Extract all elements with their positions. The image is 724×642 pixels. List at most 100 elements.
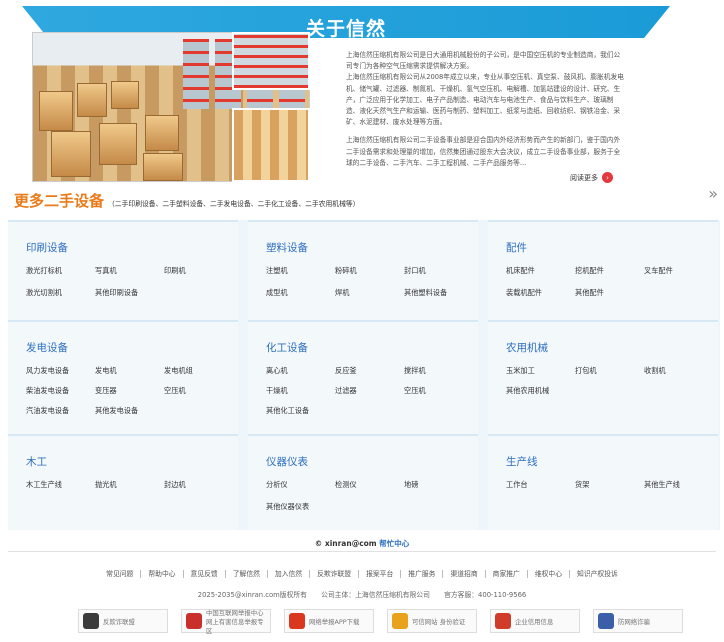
- category-item[interactable]: 反应釜: [335, 366, 404, 376]
- category-title[interactable]: 生产线: [506, 454, 538, 469]
- category-item[interactable]: 发电机组: [164, 366, 233, 376]
- footer-link[interactable]: 报案平台: [359, 570, 402, 578]
- about-paragraph: 上海信然压缩机有限公司二手设备事业部是迎合国内外经济形势而产生的新部门，鉴于国内…: [346, 136, 621, 167]
- category-title[interactable]: 仪器仪表: [266, 454, 308, 469]
- category-card: 化工设备 离心机 反应釜 搅拌机 干燥机 过滤器 空压机 其他化工设备: [248, 320, 478, 434]
- more-equipment-title: 更多二手设备: [14, 192, 105, 210]
- footer-link[interactable]: 推广服务: [401, 570, 444, 578]
- category-item[interactable]: 装载机配件: [506, 288, 575, 298]
- double-chevron-right-icon[interactable]: »: [708, 184, 718, 203]
- category-item[interactable]: 其他化工设备: [266, 406, 335, 416]
- category-item[interactable]: 其他塑料设备: [404, 288, 473, 298]
- category-item[interactable]: 成型机: [266, 288, 335, 298]
- category-item[interactable]: 离心机: [266, 366, 335, 376]
- footer-link[interactable]: 帮助中心: [141, 570, 184, 578]
- badge-trusted-site[interactable]: 可信网站 身份验证: [387, 609, 477, 633]
- badge-report-center[interactable]: 中国互联网举报中心 网上有害信息举报专区: [181, 609, 271, 635]
- category-items: 工作台 货架 其他生产线: [506, 480, 716, 490]
- footer-link[interactable]: 知识产权投诉: [570, 570, 625, 578]
- category-item[interactable]: 空压机: [164, 386, 233, 396]
- category-item[interactable]: 抛光机: [95, 480, 164, 490]
- copyright-line: © xinran@com 帮忙中心: [0, 538, 724, 549]
- category-item[interactable]: 其他仪器仪表: [266, 502, 335, 512]
- category-item[interactable]: 封边机: [164, 480, 233, 490]
- category-item[interactable]: 工作台: [506, 480, 575, 490]
- footer-link[interactable]: 商家推广: [485, 570, 528, 578]
- category-item[interactable]: 其他生产线: [644, 480, 713, 490]
- category-item[interactable]: 叉车配件: [644, 266, 713, 276]
- company-entity: 公司主体：上海信然压缩机有限公司: [321, 591, 430, 599]
- category-item[interactable]: 分析仪: [266, 480, 335, 490]
- category-items: 离心机 反应釜 搅拌机 干燥机 过滤器 空压机 其他化工设备: [266, 366, 476, 416]
- badge-label: 反欺诈联盟: [103, 617, 135, 626]
- category-item[interactable]: 干燥机: [266, 386, 335, 396]
- category-title[interactable]: 发电设备: [26, 340, 68, 355]
- category-item[interactable]: 其他印刷设备: [95, 288, 164, 298]
- category-item[interactable]: 玉米加工: [506, 366, 575, 376]
- category-card: 木工 木工生产线 抛光机 封边机: [8, 434, 238, 530]
- anti-fraud-icon: [83, 613, 99, 629]
- badge-label: 可信网站 身份验证: [412, 617, 466, 626]
- about-paragraph: 上海信然压缩机有限公司从2008年成立以来，专业从事空压机、真空泵、鼓风机、膨胀…: [346, 73, 624, 127]
- category-item[interactable]: 机床配件: [506, 266, 575, 276]
- help-center-link[interactable]: 帮忙中心: [379, 539, 409, 548]
- about-section: 关于信然 上海信然压缩机有限公司是日大通用机械股份的子公司，是中国空压机的专业制…: [10, 0, 674, 188]
- category-title[interactable]: 木工: [26, 454, 47, 469]
- footer-link[interactable]: 加入信然: [267, 570, 311, 578]
- category-item[interactable]: 木工生产线: [26, 480, 95, 490]
- category-title[interactable]: 塑料设备: [266, 240, 308, 255]
- category-title[interactable]: 印刷设备: [26, 240, 68, 255]
- category-item[interactable]: 挖机配件: [575, 266, 644, 276]
- category-card: 塑料设备 注塑机 粉碎机 封口机 成型机 焊机 其他塑料设备: [248, 220, 478, 320]
- badge-label: 防网络诈骗: [618, 617, 650, 626]
- footer-link[interactable]: 维权中心: [527, 570, 571, 578]
- badge-report-app[interactable]: 网络举报APP下载: [284, 609, 374, 633]
- category-item[interactable]: 焊机: [335, 288, 404, 298]
- icp-info: 2025-2035@xinran.com版权所有 公司主体：上海信然压缩机有限公…: [0, 589, 724, 599]
- category-item[interactable]: 激光打标机: [26, 266, 95, 276]
- footer-link[interactable]: 渠道招商: [443, 570, 486, 578]
- category-item[interactable]: 注塑机: [266, 266, 335, 276]
- footer-link[interactable]: 常见问题: [99, 570, 142, 578]
- badge-credit-info[interactable]: 企业信用信息: [490, 609, 580, 633]
- category-item[interactable]: 过滤器: [335, 386, 404, 396]
- category-item[interactable]: 检测仪: [335, 480, 404, 490]
- category-item[interactable]: 发电机: [95, 366, 164, 376]
- category-item[interactable]: 其他配件: [575, 288, 644, 298]
- badge-anti-fraud[interactable]: 反欺诈联盟: [78, 609, 168, 633]
- more-equipment-subtitle: （二手印刷设备、二手塑料设备、二手发电设备、二手化工设备、二手农用机械等）: [108, 200, 360, 208]
- category-item[interactable]: 风力发电设备: [26, 366, 95, 376]
- footer-divider: [8, 551, 716, 552]
- warehouse-photo: [232, 32, 310, 90]
- category-item[interactable]: 激光切割机: [26, 288, 95, 298]
- badge-anti-scam[interactable]: 防网络诈骗: [593, 609, 683, 633]
- category-item[interactable]: 汽油发电设备: [26, 406, 95, 416]
- category-item[interactable]: 搅拌机: [404, 366, 473, 376]
- footer-link[interactable]: 了解信然: [225, 570, 268, 578]
- category-item[interactable]: 收割机: [644, 366, 713, 376]
- category-item[interactable]: 柴油发电设备: [26, 386, 95, 396]
- category-item[interactable]: 印刷机: [164, 266, 233, 276]
- category-item[interactable]: 粉碎机: [335, 266, 404, 276]
- category-item[interactable]: 变压器: [95, 386, 164, 396]
- category-item[interactable]: 空压机: [404, 386, 473, 396]
- footer-link[interactable]: 意见反馈: [183, 570, 226, 578]
- category-item[interactable]: 打包机: [575, 366, 644, 376]
- category-grid: 印刷设备 激光打标机 写真机 印刷机 激光切割机 其他印刷设备 塑料设备 注塑机…: [8, 220, 720, 530]
- category-item[interactable]: 其他发电设备: [95, 406, 164, 416]
- category-title[interactable]: 配件: [506, 240, 527, 255]
- category-items: 机床配件 挖机配件 叉车配件 装载机配件 其他配件: [506, 266, 716, 298]
- category-items: 分析仪 检测仪 地磅 其他仪器仪表: [266, 480, 476, 512]
- category-title[interactable]: 农用机械: [506, 340, 548, 355]
- category-item[interactable]: 货架: [575, 480, 644, 490]
- category-item[interactable]: 写真机: [95, 266, 164, 276]
- category-title[interactable]: 化工设备: [266, 340, 308, 355]
- category-item[interactable]: 地磅: [404, 480, 473, 490]
- footer-link[interactable]: 反欺诈联盟: [310, 570, 360, 578]
- category-item[interactable]: 封口机: [404, 266, 473, 276]
- report-center-icon: [186, 613, 202, 629]
- category-item[interactable]: 其他农用机械: [506, 386, 575, 396]
- read-more-link[interactable]: 阅读更多 ›: [570, 172, 613, 183]
- category-items: 木工生产线 抛光机 封边机: [26, 480, 236, 490]
- category-card: 农用机械 玉米加工 打包机 收割机 其他农用机械: [488, 320, 718, 434]
